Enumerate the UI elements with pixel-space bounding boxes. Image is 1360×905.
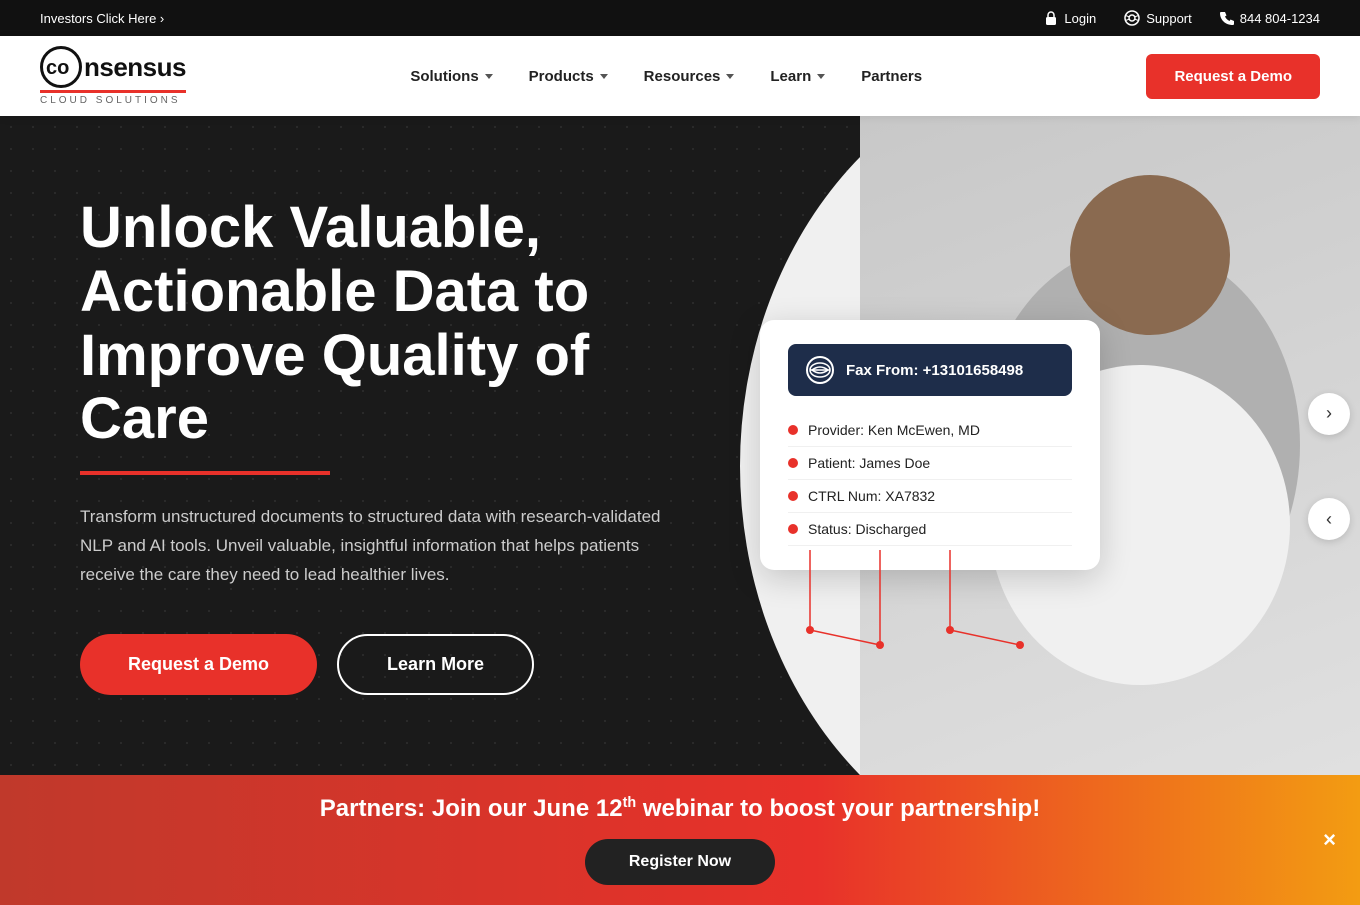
login-link[interactable]: Login [1044,10,1096,26]
top-bar-right: Login Support 844 804-1234 [1044,10,1320,26]
hero-image-area: Fax From: +13101658498 Provider: Ken McE… [740,116,1360,775]
chevron-down-icon [600,74,608,79]
fax-header-label: Fax From: +13101658498 [846,362,1023,379]
nav-link-learn[interactable]: Learn [770,68,825,85]
banner-text: Partners: Join our June 12th webinar to … [320,795,1040,823]
hero-title: Unlock Valuable, Actionable Data to Impr… [80,196,700,451]
logo-underline [40,90,186,93]
support-label: Support [1146,11,1192,26]
nav-links: Solutions Products Resources Learn P [410,68,922,85]
nav-link-resources[interactable]: Resources [644,68,735,85]
phone-number: 844 804-1234 [1240,11,1320,26]
fax-dot-3 [788,524,798,534]
fax-row-0: Provider: Ken McEwen, MD [788,414,1072,447]
phone-link[interactable]: 844 804-1234 [1220,11,1320,26]
hero-buttons: Request a Demo Learn More [80,634,700,695]
hero-divider [80,471,330,475]
hero-description: Transform unstructured documents to stru… [80,503,680,590]
fax-dot-2 [788,491,798,501]
hero-content: Unlock Valuable, Actionable Data to Impr… [0,116,760,775]
investors-link-container[interactable]: Investors Click Here › [40,11,164,26]
fax-dot-0 [788,425,798,435]
logo-brand: nsensus [84,52,186,83]
nav-item-partners[interactable]: Partners [861,68,922,85]
request-demo-nav-button[interactable]: Request a Demo [1146,54,1320,99]
fax-card: Fax From: +13101658498 Provider: Ken McE… [760,320,1100,570]
logo[interactable]: co nsensus Cloud Solutions [40,46,186,106]
chevron-down-icon [817,74,825,79]
navbar: co nsensus Cloud Solutions Solutions Pro… [0,36,1360,116]
svg-text:co: co [46,57,69,78]
nav-link-partners[interactable]: Partners [861,68,922,85]
nav-item-products[interactable]: Products [529,68,608,85]
support-link[interactable]: Support [1124,10,1192,26]
fax-dot-1 [788,458,798,468]
learn-more-button[interactable]: Learn More [337,634,534,695]
connector-lines [780,550,1060,650]
top-bar: Investors Click Here › Login Support [0,0,1360,36]
register-now-button[interactable]: Register Now [585,839,775,885]
lock-icon [1044,10,1058,26]
nav-link-solutions[interactable]: Solutions [410,68,492,85]
chevron-down-icon [485,74,493,79]
nav-item-resources[interactable]: Resources [644,68,735,85]
chevron-down-icon [726,74,734,79]
next-slide-button[interactable]: › [1308,393,1350,435]
fax-logo-icon [806,356,834,384]
fax-row-1: Patient: James Doe [788,447,1072,480]
prev-slide-button[interactable]: ‹ [1308,498,1350,540]
request-demo-hero-button[interactable]: Request a Demo [80,634,317,695]
support-icon [1124,10,1140,26]
fax-row-2: CTRL Num: XA7832 [788,480,1072,513]
fax-row-3: Status: Discharged [788,513,1072,546]
login-label: Login [1064,11,1096,26]
fax-card-header: Fax From: +13101658498 [788,344,1072,396]
banner-close-button[interactable]: × [1323,829,1336,851]
logo-sub: Cloud Solutions [40,95,186,106]
nav-item-learn[interactable]: Learn [770,68,825,85]
investors-link[interactable]: Investors Click Here › [40,11,164,26]
logo-icon: co [40,46,82,88]
promo-banner: Partners: Join our June 12th webinar to … [0,775,1360,905]
hero-section: Unlock Valuable, Actionable Data to Impr… [0,116,1360,775]
nav-link-products[interactable]: Products [529,68,608,85]
phone-icon [1220,11,1234,25]
nav-item-solutions[interactable]: Solutions [410,68,492,85]
